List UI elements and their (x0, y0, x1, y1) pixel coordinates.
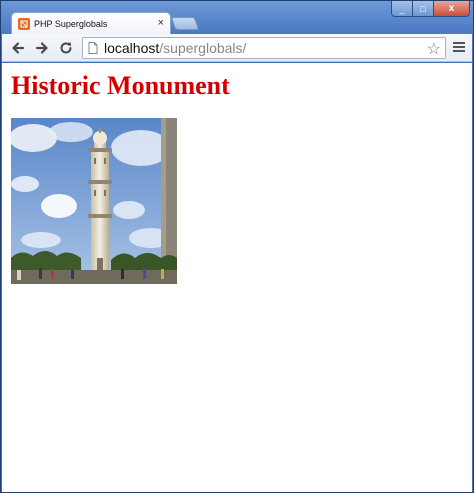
forward-arrow-icon (35, 41, 48, 54)
tab-close-icon[interactable]: × (158, 18, 164, 29)
monument-image (11, 118, 177, 284)
page-icon (88, 42, 98, 54)
new-tab-button[interactable] (170, 17, 200, 30)
tab-title: PHP Superglobals (34, 18, 108, 29)
window-controls: _ □ x (391, 1, 470, 17)
browser-tab[interactable]: PHP Superglobals × (11, 12, 171, 34)
reload-icon (60, 41, 72, 53)
tab-strip: PHP Superglobals × _ □ x (1, 1, 473, 34)
back-arrow-icon (12, 41, 25, 54)
url-text: localhost/superglobals/ (104, 40, 246, 56)
url-host: localhost (104, 40, 160, 56)
browser-toolbar: localhost/superglobals/ ☆ (2, 34, 472, 62)
browser-window: PHP Superglobals × _ □ x localhost/super… (0, 0, 474, 493)
hamburger-menu-icon[interactable] (452, 40, 466, 54)
page-heading: Historic Monument (11, 71, 230, 100)
star-icon[interactable]: ☆ (427, 39, 441, 59)
url-path: /superglobals/ (159, 40, 247, 56)
maximize-button[interactable]: □ (413, 1, 434, 17)
forward-button[interactable] (30, 37, 54, 59)
php-favicon-icon (18, 17, 30, 30)
address-bar[interactable]: localhost/superglobals/ ☆ (82, 37, 446, 59)
page-content: Historic Monument (2, 63, 472, 492)
back-button[interactable] (6, 37, 30, 59)
close-window-button[interactable]: x (434, 1, 470, 17)
minimize-button[interactable]: _ (391, 1, 413, 17)
reload-button[interactable] (54, 37, 78, 59)
